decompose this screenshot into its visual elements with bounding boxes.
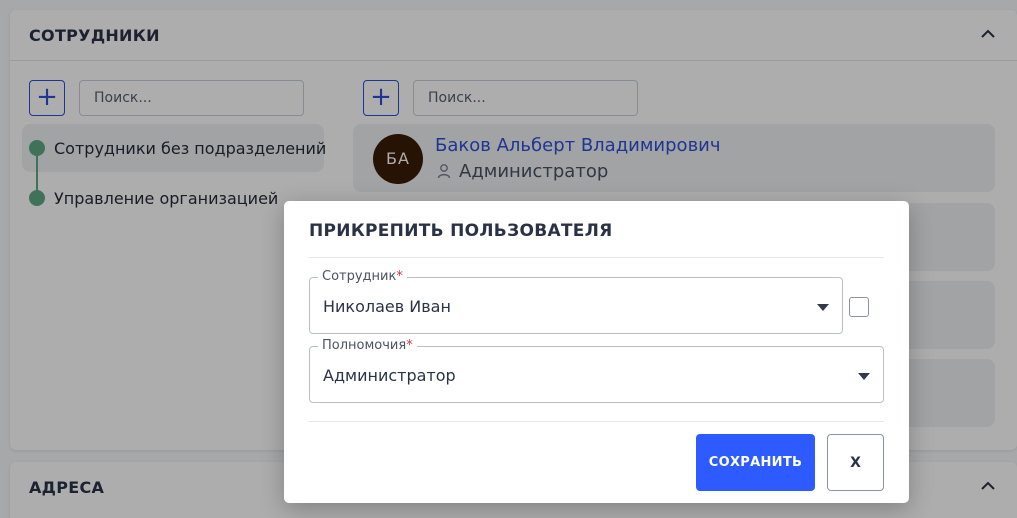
employee-checkbox[interactable] [849,297,869,317]
attach-user-dialog: ПРИКРЕПИТЬ ПОЛЬЗОВАТЕЛЯ Сотрудник* Никол… [284,201,909,503]
permissions-select-value: Администратор [323,366,456,385]
dialog-title: ПРИКРЕПИТЬ ПОЛЬЗОВАТЕЛЯ [309,221,613,241]
employee-field-label: Сотрудник* [318,269,407,284]
permissions-field-label: Полномочия* [318,338,417,353]
caret-down-icon[interactable] [817,304,829,311]
employee-select[interactable]: Сотрудник* Николаев Иван [309,269,843,334]
caret-down-icon[interactable] [858,373,870,380]
permissions-select[interactable]: Полномочия* Администратор [309,338,884,403]
employee-select-value: Николаев Иван [323,297,451,316]
save-button[interactable]: СОХРАНИТЬ [696,434,815,491]
dialog-divider [309,421,884,422]
close-button[interactable]: X [827,434,884,491]
dialog-divider [309,257,884,258]
